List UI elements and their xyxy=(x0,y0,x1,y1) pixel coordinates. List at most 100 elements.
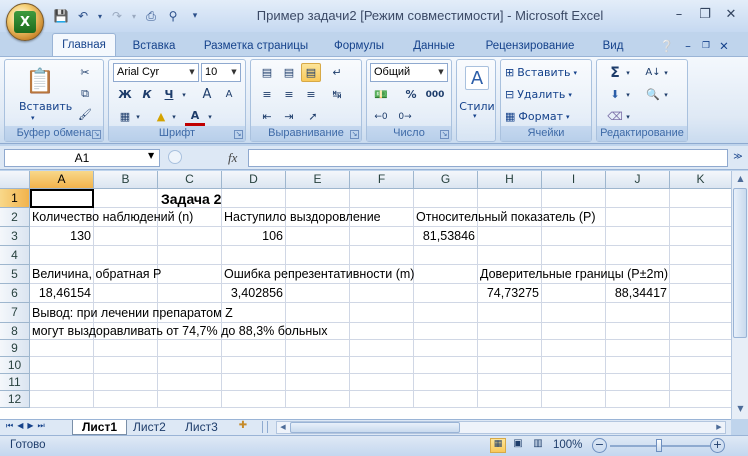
thousands-button[interactable]: 000 xyxy=(425,85,445,104)
cell-k9[interactable] xyxy=(670,340,731,357)
tab-insert[interactable]: Вставка xyxy=(124,36,184,56)
scroll-up-icon[interactable]: ▲ xyxy=(733,171,748,187)
column-header-h[interactable]: H xyxy=(478,171,542,189)
print-icon[interactable]: ⎙ xyxy=(142,7,160,25)
scroll-left-icon[interactable]: ◀ xyxy=(277,422,289,433)
page-layout-view-icon[interactable]: ▣ xyxy=(510,438,526,453)
cell-i1[interactable] xyxy=(542,189,606,208)
redo-icon[interactable]: ↷ xyxy=(108,7,126,25)
shrink-font-button[interactable]: A xyxy=(219,85,239,104)
formula-bar-handle-icon[interactable] xyxy=(168,150,182,164)
cell-j8[interactable] xyxy=(606,323,670,340)
row-header-1[interactable]: 1 xyxy=(0,189,30,208)
row-header-7[interactable]: 7 xyxy=(0,303,30,323)
cell-d1[interactable] xyxy=(222,189,286,208)
format-painter-icon[interactable]: 🖌 xyxy=(75,105,95,124)
cell-k7[interactable] xyxy=(670,303,731,323)
cell-a10[interactable] xyxy=(30,357,94,374)
page-break-view-icon[interactable]: ▥ xyxy=(530,438,546,453)
number-format-combo[interactable]: Общий ▼ xyxy=(370,63,448,82)
italic-button[interactable]: К xyxy=(137,85,157,104)
cell-j2[interactable] xyxy=(606,208,670,227)
cell-e12[interactable] xyxy=(286,391,350,408)
underline-button[interactable]: Ч xyxy=(159,85,179,104)
cell-a9[interactable] xyxy=(30,340,94,357)
insert-function-button[interactable]: fx xyxy=(228,150,237,166)
expand-formula-bar-icon[interactable]: ≫ xyxy=(731,149,745,167)
clear-icon[interactable]: ⌫ xyxy=(605,107,625,126)
cell-h9[interactable] xyxy=(478,340,542,357)
align-left-icon[interactable]: ≡ xyxy=(257,85,277,104)
cell-g4[interactable] xyxy=(414,246,478,265)
align-center-icon[interactable]: ≡ xyxy=(279,85,299,104)
sheet-tab-2[interactable]: Лист2 xyxy=(124,420,175,435)
undo-icon[interactable]: ↶ xyxy=(74,7,92,25)
cell-g8[interactable] xyxy=(414,323,478,340)
ribbon-minimize-icon[interactable]: – xyxy=(680,36,696,56)
percent-button[interactable]: % xyxy=(401,85,421,104)
cell-j12[interactable] xyxy=(606,391,670,408)
cell-k6[interactable] xyxy=(670,284,731,303)
cell-f6[interactable] xyxy=(350,284,414,303)
underline-dropdown-icon[interactable]: ▾ xyxy=(179,85,189,104)
cell-b10[interactable] xyxy=(94,357,158,374)
borders-dropdown-icon[interactable]: ▾ xyxy=(133,107,143,126)
cell-f8[interactable] xyxy=(350,323,414,340)
column-header-c[interactable]: C xyxy=(158,171,222,189)
preview-icon[interactable]: ⚲ xyxy=(164,7,182,25)
name-box-dropdown-icon[interactable]: ▼ xyxy=(148,151,154,160)
cell-i12[interactable] xyxy=(542,391,606,408)
cell-k11[interactable] xyxy=(670,374,731,391)
cell-h11[interactable] xyxy=(478,374,542,391)
cell-e10[interactable] xyxy=(286,357,350,374)
row-header-5[interactable]: 5 xyxy=(0,265,30,284)
sheet-tab-3[interactable]: Лист3 xyxy=(176,420,227,435)
cell-b12[interactable] xyxy=(94,391,158,408)
paste-icon[interactable]: 📋 xyxy=(25,64,55,98)
close-icon[interactable]: ✕ xyxy=(718,4,744,24)
cell-k5[interactable] xyxy=(670,265,731,284)
row-header-10[interactable]: 10 xyxy=(0,357,30,374)
font-color-dropdown-icon[interactable]: ▾ xyxy=(205,107,215,126)
zoom-out-icon[interactable]: − xyxy=(592,438,607,453)
cell-a12[interactable] xyxy=(30,391,94,408)
cell-k8[interactable] xyxy=(670,323,731,340)
cell-f10[interactable] xyxy=(350,357,414,374)
align-top-icon[interactable]: ▤ xyxy=(257,63,277,82)
cell-b11[interactable] xyxy=(94,374,158,391)
autosum-dropdown-icon[interactable]: ▾ xyxy=(623,63,633,82)
cell-i3[interactable] xyxy=(542,227,606,246)
column-header-d[interactable]: D xyxy=(222,171,286,189)
row-header-11[interactable]: 11 xyxy=(0,374,30,391)
cell-g11[interactable] xyxy=(414,374,478,391)
row-header-6[interactable]: 6 xyxy=(0,284,30,303)
orientation-icon[interactable]: ➚ xyxy=(303,107,323,126)
font-color-button[interactable]: A xyxy=(185,107,205,126)
cell-h3[interactable] xyxy=(478,227,542,246)
cell-d11[interactable] xyxy=(222,374,286,391)
cell-c11[interactable] xyxy=(158,374,222,391)
ribbon-close-icon[interactable]: ✕ xyxy=(716,36,732,56)
cell-j11[interactable] xyxy=(606,374,670,391)
cell-j4[interactable] xyxy=(606,246,670,265)
tab-page-layout[interactable]: Разметка страницы xyxy=(196,36,316,56)
row-header-8[interactable]: 8 xyxy=(0,323,30,340)
cell-h4[interactable] xyxy=(478,246,542,265)
cell-b6[interactable] xyxy=(94,284,158,303)
grow-font-button[interactable]: A xyxy=(197,85,217,104)
cell-a4[interactable] xyxy=(30,246,94,265)
cell-j10[interactable] xyxy=(606,357,670,374)
cell-d9[interactable] xyxy=(222,340,286,357)
sheet-nav-icons[interactable]: ⏮◀▶⏭ xyxy=(6,421,49,431)
restore-icon[interactable]: ❐ xyxy=(692,4,718,24)
cell-j9[interactable] xyxy=(606,340,670,357)
font-name-combo[interactable]: Arial Cyr ▼ xyxy=(113,63,199,82)
help-icon[interactable]: ❔ xyxy=(658,36,676,56)
cell-d4[interactable] xyxy=(222,246,286,265)
cell-i8[interactable] xyxy=(542,323,606,340)
cell-g1[interactable] xyxy=(414,189,478,208)
cell-k12[interactable] xyxy=(670,391,731,408)
styles-dropdown-icon[interactable]: ▾ xyxy=(473,112,477,120)
cell-e6[interactable] xyxy=(286,284,350,303)
bold-button[interactable]: Ж xyxy=(115,85,135,104)
